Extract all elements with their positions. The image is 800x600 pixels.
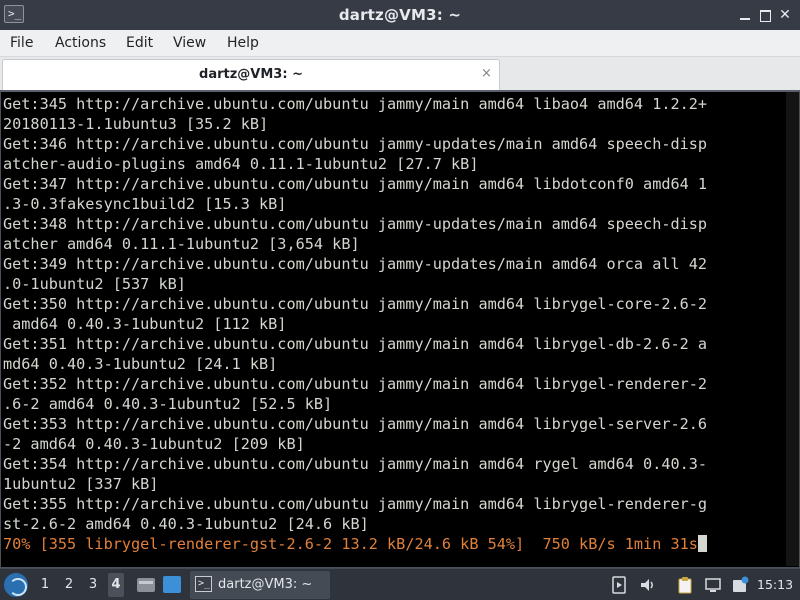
menu-view[interactable]: View (173, 35, 206, 51)
window-title: dartz@VM3: ~ (338, 6, 462, 24)
terminal-line: Get:352 http://archive.ubuntu.com/ubuntu… (3, 375, 708, 393)
terminal-line: st-2.6-2 amd64 0.40.3-1ubuntu2 [24.6 kB] (3, 515, 369, 533)
tab-terminal[interactable]: dartz@VM3: ~ × (2, 59, 500, 90)
terminal-icon: >_ (195, 576, 212, 592)
close-window-button[interactable]: ✕ (776, 6, 794, 24)
progress-text: 70% [355 librygel-renderer-gst-2.6-2 13.… (3, 535, 698, 553)
terminal-line: .6-2 amd64 0.40.3-1ubuntu2 [52.5 kB] (3, 395, 333, 413)
tab-label: dartz@VM3: ~ (199, 67, 303, 82)
clipboard-icon[interactable] (676, 576, 694, 594)
terminal-line: .3-0.3fakesync1build2 [15.3 kB] (3, 195, 287, 213)
menu-edit[interactable]: Edit (126, 35, 153, 51)
terminal-line: Get:354 http://archive.ubuntu.com/ubuntu… (3, 455, 708, 473)
terminal-line: .0-1ubuntu2 [537 kB] (3, 275, 186, 293)
workspace-4[interactable]: 4 (108, 573, 124, 597)
start-menu-icon[interactable] (4, 573, 28, 597)
menu-help[interactable]: Help (227, 35, 259, 51)
terminal-line: Get:349 http://archive.ubuntu.com/ubuntu… (3, 255, 708, 273)
updates-icon[interactable] (731, 576, 749, 594)
terminal-line: Get:345 http://archive.ubuntu.com/ubuntu… (3, 95, 708, 113)
terminal-line: Get:355 http://archive.ubuntu.com/ubuntu… (3, 495, 708, 513)
terminal-line: -2 amd64 0.40.3-1ubuntu2 [209 kB] (3, 435, 305, 453)
task-label: dartz@VM3: ~ (218, 577, 313, 592)
terminal-line: Get:351 http://archive.ubuntu.com/ubuntu… (3, 335, 708, 353)
volume-icon[interactable] (639, 576, 657, 594)
media-icon[interactable] (610, 576, 628, 594)
app-launcher-icon[interactable] (160, 573, 184, 597)
taskbar: 1 2 3 4 >_ dartz@VM3: ~ 15:13 (0, 568, 800, 600)
workspace-1[interactable]: 1 (37, 577, 53, 592)
terminal-line: Get:346 http://archive.ubuntu.com/ubuntu… (3, 135, 708, 153)
workspace-2[interactable]: 2 (61, 577, 77, 592)
terminal-line: Get:347 http://archive.ubuntu.com/ubuntu… (3, 175, 708, 193)
text-cursor (697, 535, 707, 552)
terminal-text: Get:345 http://archive.ubuntu.com/ubuntu… (3, 94, 773, 554)
terminal-line: Get:350 http://archive.ubuntu.com/ubuntu… (3, 295, 708, 313)
terminal-line: 20180113-1.1ubuntu3 [35.2 kB] (3, 115, 269, 133)
menu-file[interactable]: File (10, 35, 33, 51)
window-titlebar: >_ dartz@VM3: ~ ✕ (0, 0, 800, 30)
terminal-output[interactable]: Get:345 http://archive.ubuntu.com/ubuntu… (0, 90, 800, 568)
maximize-button[interactable] (756, 6, 774, 24)
taskbar-task-terminal[interactable]: >_ dartz@VM3: ~ (190, 571, 330, 599)
terminal-line: 1ubuntu2 [337 kB] (3, 475, 159, 493)
close-tab-icon[interactable]: × (481, 66, 492, 81)
network-icon[interactable] (704, 576, 722, 594)
terminal-line: Get:353 http://archive.ubuntu.com/ubuntu… (3, 415, 708, 433)
clock: 15:13 (757, 577, 794, 592)
terminal-scrollbar[interactable] (786, 92, 799, 566)
terminal-line: md64 0.40.3-1ubuntu2 [24.1 kB] (3, 355, 278, 373)
download-progress-line: 70% [355 librygel-renderer-gst-2.6-2 13.… (3, 534, 773, 554)
terminal-line: Get:348 http://archive.ubuntu.com/ubuntu… (3, 215, 708, 233)
terminal-line: atcher-audio-plugins amd64 0.11.1-1ubunt… (3, 155, 479, 173)
menu-actions[interactable]: Actions (55, 35, 106, 51)
menubar: File Actions Edit View Help (0, 30, 800, 57)
workspace-3[interactable]: 3 (85, 577, 101, 592)
terminal-line: atcher amd64 0.11.1-1ubuntu2 [3,654 kB] (3, 235, 360, 253)
terminal-line: amd64 0.40.3-1ubuntu2 [112 kB] (3, 315, 287, 333)
file-manager-icon[interactable] (133, 573, 157, 597)
minimize-button[interactable] (736, 6, 754, 24)
tab-bar: dartz@VM3: ~ × (0, 57, 800, 90)
